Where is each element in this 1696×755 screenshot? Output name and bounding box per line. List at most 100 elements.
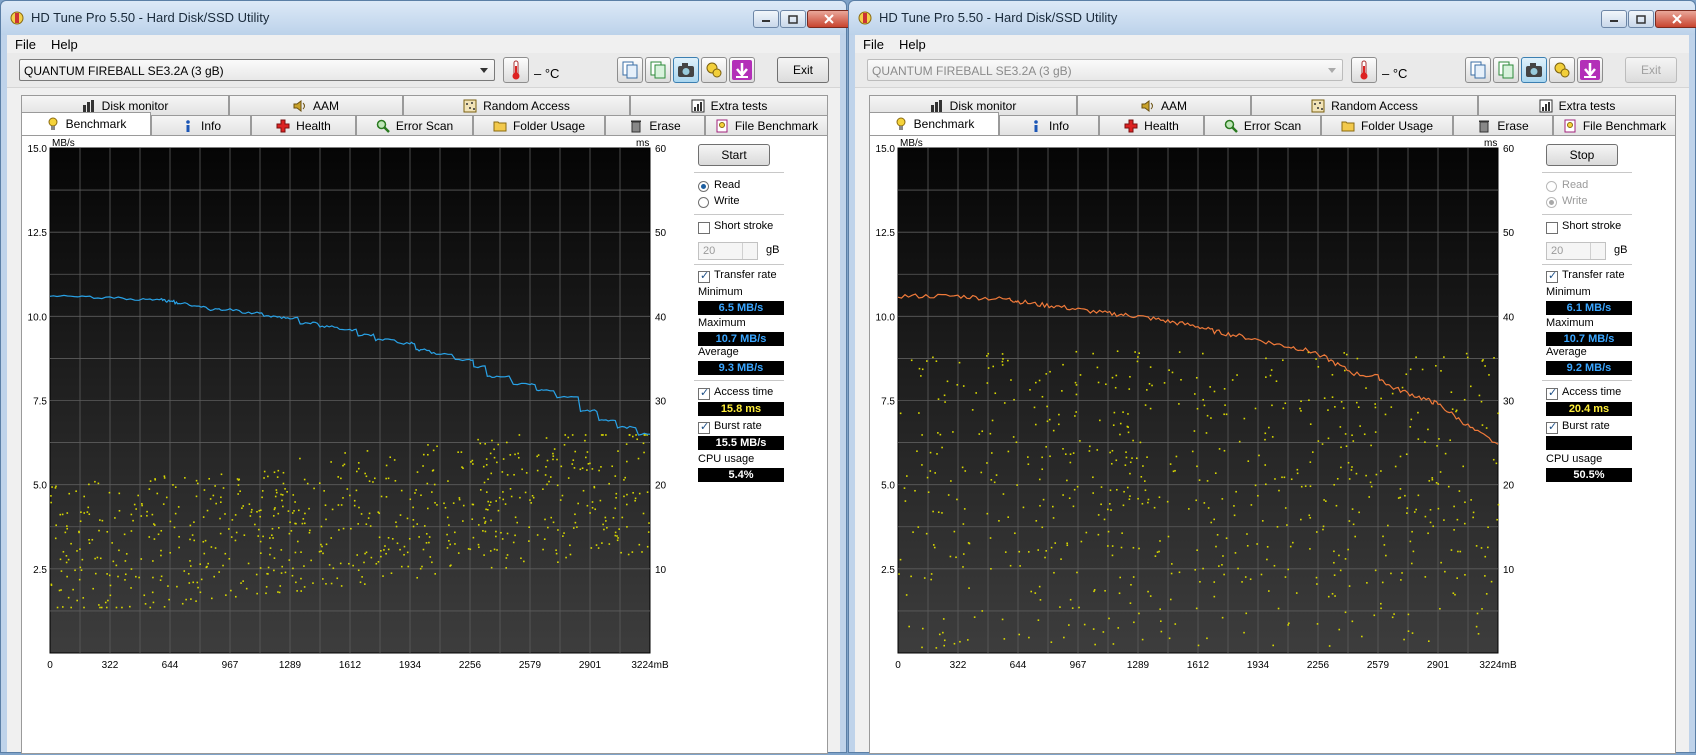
access-time-point — [86, 511, 89, 513]
access-time-point — [1260, 573, 1263, 576]
y2-tick-label: 40 — [655, 312, 667, 323]
short-stroke-size-input[interactable]: 20 — [1546, 242, 1606, 260]
access-time-point — [1316, 623, 1319, 625]
access-time-point — [506, 474, 509, 476]
burst-rate-checkbox[interactable] — [1546, 420, 1558, 434]
access-time-point — [1338, 628, 1341, 631]
access-time-point — [163, 605, 166, 608]
drive-select[interactable]: QUANTUM FIREBALL SE3.2A (3 gB) — [867, 59, 1343, 81]
read-radio[interactable] — [698, 181, 709, 192]
access-time-point — [337, 504, 340, 506]
access-time-point — [1001, 364, 1004, 366]
tab-aam[interactable]: AAM — [229, 95, 403, 115]
access-time-point — [312, 582, 314, 584]
access-time-point — [1333, 483, 1335, 486]
short-stroke-checkbox[interactable] — [1546, 222, 1558, 234]
menu-file[interactable]: File — [863, 37, 884, 52]
tab-file-benchmark[interactable]: File Benchmark — [705, 115, 828, 135]
read-radio[interactable] — [1546, 181, 1557, 192]
copy-text-button[interactable] — [1465, 57, 1491, 83]
tab-extra-tests[interactable]: Extra tests — [630, 95, 828, 115]
menu-help[interactable]: Help — [899, 37, 926, 52]
minimize-button[interactable] — [753, 10, 779, 28]
tab-random-access[interactable]: Random Access — [403, 95, 630, 115]
copy-screenshot-button[interactable] — [645, 57, 671, 83]
access-time-point — [209, 498, 212, 500]
drive-select[interactable]: QUANTUM FIREBALL SE3.2A (3 gB) — [19, 59, 495, 81]
tab-info[interactable]: Info — [999, 115, 1099, 135]
access-time-point — [912, 531, 914, 533]
access-time-point — [536, 455, 538, 458]
tab-aam[interactable]: AAM — [1077, 95, 1251, 115]
access-time-point — [336, 577, 339, 580]
transfer-rate-checkbox[interactable] — [698, 269, 710, 283]
access-time-point — [342, 527, 345, 530]
access-time-point — [1296, 472, 1299, 475]
thermometer-button[interactable] — [503, 57, 529, 83]
access-time-point — [64, 531, 67, 534]
maximize-button[interactable] — [1628, 10, 1654, 28]
tab-error-scan[interactable]: Error Scan — [1204, 115, 1321, 135]
access-time-point — [132, 519, 134, 522]
tab-benchmark[interactable]: Benchmark — [21, 112, 151, 135]
spinner-arrows-icon[interactable] — [1590, 243, 1605, 259]
tab-error-scan[interactable]: Error Scan — [356, 115, 473, 135]
tab-health[interactable]: Health — [251, 115, 356, 135]
tab-info[interactable]: Info — [151, 115, 251, 135]
tab-erase[interactable]: Erase — [1453, 115, 1553, 135]
close-button[interactable] — [807, 10, 851, 28]
options-button[interactable] — [701, 57, 727, 83]
random-access-icon — [463, 99, 477, 112]
write-radio[interactable] — [1546, 197, 1557, 208]
tab-folder-usage[interactable]: Folder Usage — [473, 115, 605, 135]
title-bar[interactable]: HD Tune Pro 5.50 - Hard Disk/SSD Utility — [849, 1, 1696, 35]
exit-button[interactable]: Exit — [777, 57, 829, 83]
access-time-point — [1428, 480, 1431, 482]
exit-button[interactable]: Exit — [1625, 57, 1677, 83]
maximize-button[interactable] — [780, 10, 806, 28]
tab-extra-tests[interactable]: Extra tests — [1478, 95, 1676, 115]
thermometer-button[interactable] — [1351, 57, 1377, 83]
spinner-arrows-icon[interactable] — [742, 243, 757, 259]
menu-help[interactable]: Help — [51, 37, 78, 52]
access-time-point — [1427, 532, 1429, 535]
menu-file[interactable]: File — [15, 37, 36, 52]
save-button[interactable] — [1577, 57, 1603, 83]
access-time-point — [412, 506, 414, 509]
tab-folder-usage[interactable]: Folder Usage — [1321, 115, 1453, 135]
start-button[interactable]: Start — [698, 144, 770, 166]
options-button[interactable] — [1549, 57, 1575, 83]
write-radio[interactable] — [698, 197, 709, 208]
access-time-point — [571, 434, 574, 436]
access-time-point — [1222, 555, 1224, 557]
tab-benchmark[interactable]: Benchmark — [869, 112, 999, 135]
title-bar[interactable]: HD Tune Pro 5.50 - Hard Disk/SSD Utility — [1, 1, 851, 35]
short-stroke-size-input[interactable]: 20 — [698, 242, 758, 260]
close-button[interactable] — [1655, 10, 1696, 28]
access-time-point — [601, 542, 603, 544]
tab-file-benchmark[interactable]: File Benchmark — [1553, 115, 1676, 135]
access-time-checkbox[interactable] — [698, 386, 710, 400]
access-time-checkbox[interactable] — [1546, 386, 1558, 400]
access-time-point — [188, 582, 191, 584]
tab-health[interactable]: Health — [1099, 115, 1204, 135]
access-time-point — [427, 507, 429, 510]
copy-text-button[interactable] — [617, 57, 643, 83]
tab-random-access[interactable]: Random Access — [1251, 95, 1478, 115]
minimize-button[interactable] — [1601, 10, 1627, 28]
speaker-icon — [293, 99, 305, 112]
burst-rate-checkbox[interactable] — [698, 420, 710, 434]
copy-screenshot-button[interactable] — [1493, 57, 1519, 83]
access-time-point — [1424, 515, 1427, 518]
screenshot-button[interactable] — [673, 57, 699, 83]
access-time-point — [1273, 564, 1276, 567]
stop-button[interactable]: Stop — [1546, 144, 1618, 166]
transfer-rate-checkbox[interactable] — [1546, 269, 1558, 283]
access-time-point — [173, 526, 176, 529]
access-time-point — [416, 471, 419, 473]
screenshot-button[interactable] — [1521, 57, 1547, 83]
short-stroke-checkbox[interactable] — [698, 222, 710, 234]
tab-erase[interactable]: Erase — [605, 115, 705, 135]
access-time-point — [467, 548, 470, 550]
save-button[interactable] — [729, 57, 755, 83]
